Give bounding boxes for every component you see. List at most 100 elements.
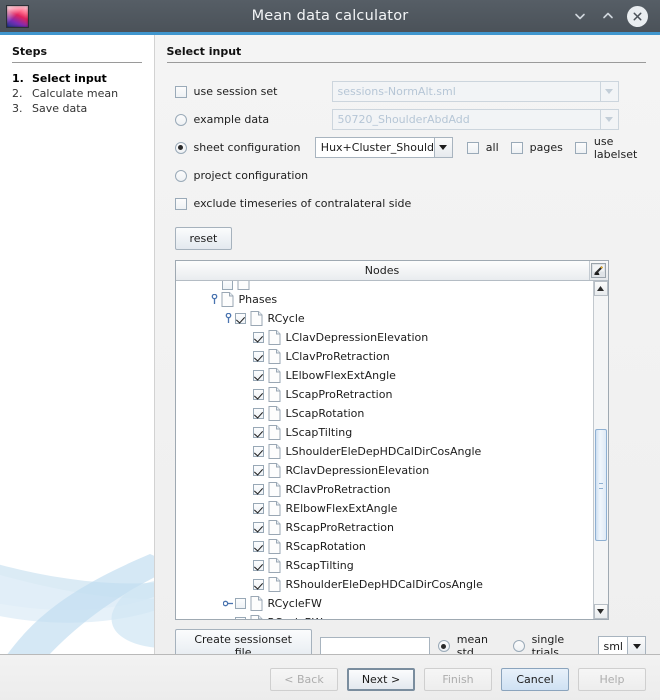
expand-handle-expanded-icon[interactable] [208, 294, 221, 305]
tree-row[interactable]: LScapProRetraction [176, 385, 593, 404]
node-checkbox[interactable] [235, 313, 246, 324]
finish-button[interactable]: Finish [424, 668, 492, 691]
expand-handle-expanded-icon[interactable] [222, 313, 235, 324]
node-label: LScapRotation [286, 407, 365, 420]
node-checkbox[interactable] [253, 427, 264, 438]
document-icon [268, 425, 281, 440]
tree-row[interactable]: LScapTilting [176, 423, 593, 442]
example-data-radio[interactable] [175, 114, 187, 126]
node-checkbox[interactable] [253, 503, 264, 514]
use-labelset-checkbox[interactable] [575, 142, 587, 154]
scroll-up-arrow-icon[interactable] [594, 281, 608, 296]
node-checkbox[interactable] [235, 617, 246, 619]
cancel-button[interactable]: Cancel [501, 668, 569, 691]
scrollbar-thumb[interactable] [595, 429, 607, 541]
exclude-contralateral-checkbox[interactable] [175, 198, 187, 210]
node-checkbox[interactable] [253, 446, 264, 457]
maximize-icon[interactable] [599, 7, 617, 25]
node-checkbox[interactable] [253, 484, 264, 495]
tree-row[interactable]: LElbowFlexExtAngle [176, 366, 593, 385]
project-configuration-radio[interactable] [175, 170, 187, 182]
node-checkbox[interactable] [253, 522, 264, 533]
node-label: RCycleFW [268, 597, 322, 610]
step-label: Calculate mean [32, 86, 118, 101]
all-label: all [486, 141, 499, 154]
step-item-1: 1. Select input [12, 71, 142, 86]
node-checkbox[interactable] [253, 370, 264, 381]
tree-row[interactable]: RShoulderEleDepHDCalDirCosAngle [176, 575, 593, 594]
document-icon [268, 539, 281, 554]
chevron-down-icon [434, 137, 453, 158]
sheet-config-combo[interactable]: Hux+Cluster_Should... [315, 137, 453, 158]
use-session-set-row: use session set sessions-NormAlt.sml [175, 79, 647, 104]
expand-handle-collapsed-icon[interactable] [222, 599, 235, 608]
expand-handle-collapsed-icon[interactable] [222, 618, 235, 619]
node-checkbox[interactable] [253, 351, 264, 362]
document-icon [268, 368, 281, 383]
node-checkbox[interactable] [253, 408, 264, 419]
node-checkbox[interactable] [253, 541, 264, 552]
tree-row[interactable]: LClavDepressionElevation [176, 328, 593, 347]
column-chooser-wand-icon[interactable] [590, 261, 608, 280]
single-trials-radio[interactable] [513, 640, 525, 652]
document-icon [268, 406, 281, 421]
sheet-configuration-label: sheet configuration [194, 141, 303, 154]
next-button[interactable]: Next > [347, 668, 415, 691]
tree-row-phases[interactable]: Phases [176, 290, 593, 309]
tree-row[interactable]: RElbowFlexExtAngle [176, 499, 593, 518]
reset-button[interactable]: reset [175, 227, 233, 250]
node-checkbox[interactable] [253, 560, 264, 571]
back-button[interactable]: < Back [270, 668, 338, 691]
node-label: RCycleBW [268, 616, 323, 619]
document-icon [268, 463, 281, 478]
tree-row-rcyclefw[interactable]: RCycleFW [176, 594, 593, 613]
use-session-set-checkbox[interactable] [175, 86, 187, 98]
example-data-combo[interactable]: 50720_ShoulderAbdAdd [332, 109, 619, 130]
node-checkbox[interactable] [253, 579, 264, 590]
tree-row[interactable]: RClavDepressionElevation [176, 461, 593, 480]
node-checkbox[interactable] [253, 389, 264, 400]
tree-row[interactable]: RScapRotation [176, 537, 593, 556]
steps-list: 1. Select input 2. Calculate mean 3. Sav… [12, 71, 142, 116]
scroll-down-arrow-icon[interactable] [594, 604, 608, 619]
node-label: RCycle [268, 312, 305, 325]
tree-row[interactable]: RClavProRetraction [176, 480, 593, 499]
sheet-config-combo-value: Hux+Cluster_Should... [315, 137, 434, 158]
nodes-column-header[interactable]: Nodes [176, 261, 590, 280]
tree-vertical-scrollbar[interactable] [593, 281, 608, 619]
tree-row-rcycle[interactable]: RCycle [176, 309, 593, 328]
use-labelset-checkbox-item[interactable]: use labelset [575, 135, 646, 161]
all-checkbox[interactable] [467, 142, 479, 154]
node-label: LShoulderEleDepHDCalDirCosAngle [286, 445, 482, 458]
tree-row-rcyclebw[interactable]: RCycleBW [176, 613, 593, 619]
all-checkbox-item[interactable]: all [467, 141, 499, 154]
input-options-form: use session set sessions-NormAlt.sml exa… [167, 79, 647, 216]
nodes-tree-table: Nodes [175, 260, 609, 620]
node-label: LScapTilting [286, 426, 353, 439]
node-checkbox[interactable] [253, 332, 264, 343]
pages-checkbox-item[interactable]: pages [511, 141, 563, 154]
nodes-tree-area: Phases [176, 281, 608, 619]
node-checkbox[interactable] [235, 598, 246, 609]
session-set-combo[interactable]: sessions-NormAlt.sml [332, 81, 619, 102]
node-label: RScapRotation [286, 540, 366, 553]
minimize-icon[interactable] [571, 7, 589, 25]
tree-row[interactable]: LClavProRetraction [176, 347, 593, 366]
close-icon[interactable] [627, 6, 648, 27]
document-icon [237, 281, 250, 290]
tree-row[interactable] [176, 281, 593, 290]
tree-row[interactable]: LShoulderEleDepHDCalDirCosAngle [176, 442, 593, 461]
help-button[interactable]: Help [578, 668, 646, 691]
sessionset-filename-input[interactable] [320, 637, 430, 656]
mean-std-radio[interactable] [438, 640, 450, 652]
node-label: LElbowFlexExtAngle [286, 369, 396, 382]
sheet-configuration-radio[interactable] [175, 142, 187, 154]
node-checkbox[interactable] [253, 465, 264, 476]
tree-row[interactable]: LScapRotation [176, 404, 593, 423]
node-checkbox[interactable] [222, 281, 233, 290]
nodes-tree[interactable]: Phases [176, 281, 593, 619]
tree-row[interactable]: RScapTilting [176, 556, 593, 575]
pages-checkbox[interactable] [511, 142, 523, 154]
document-icon [250, 615, 263, 619]
tree-row[interactable]: RScapProRetraction [176, 518, 593, 537]
